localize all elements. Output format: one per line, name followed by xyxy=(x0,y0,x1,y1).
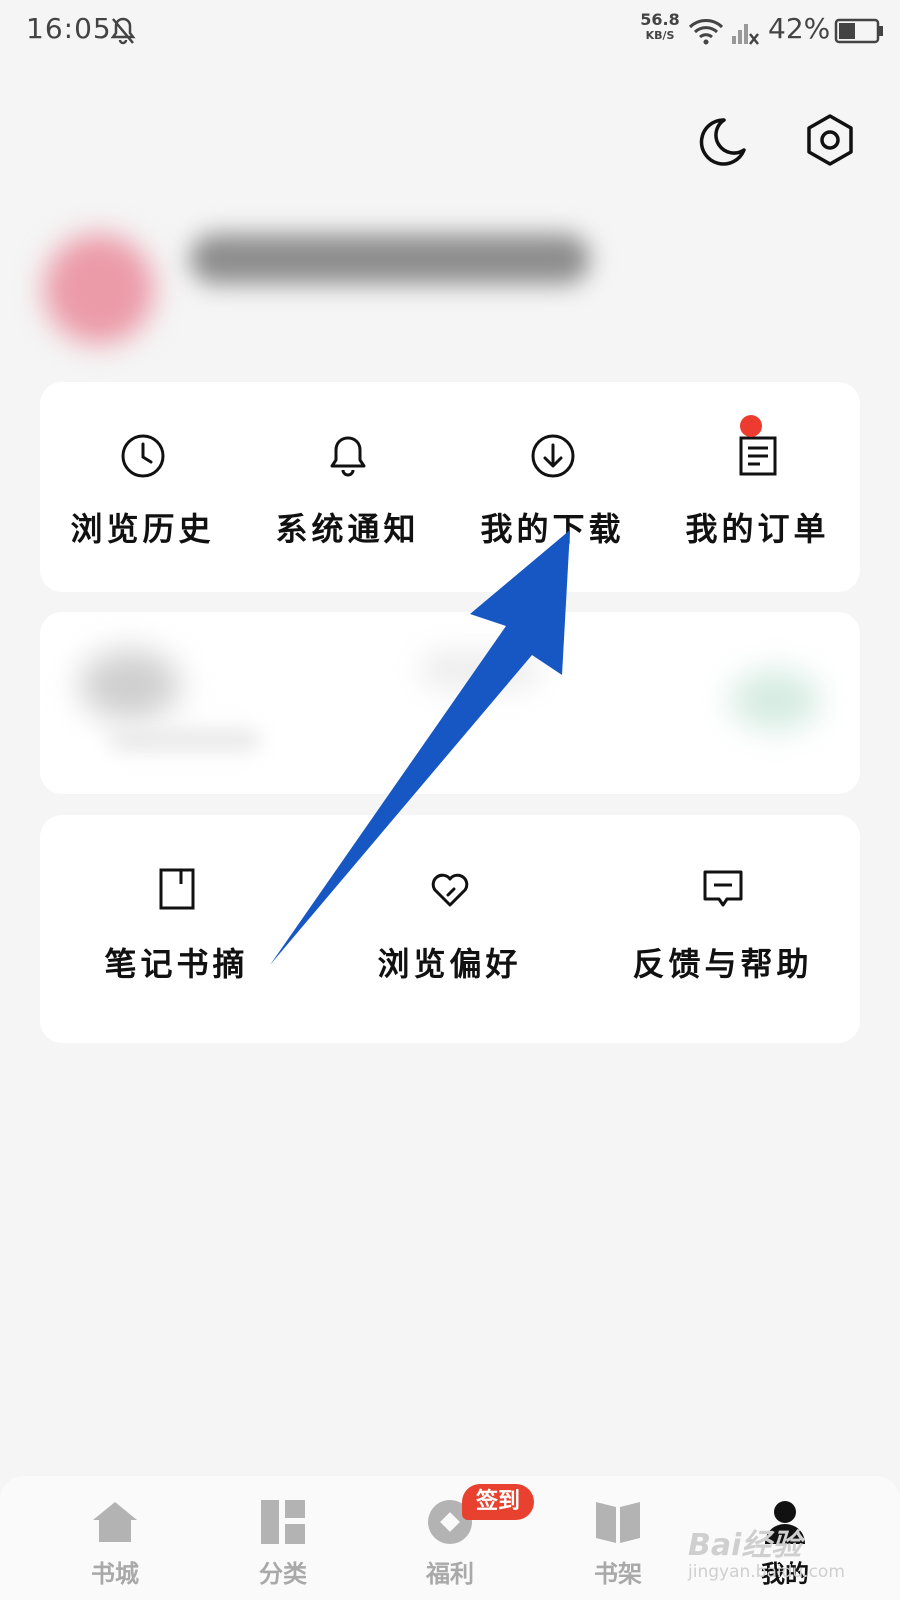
grid-item-label: 我的下载 xyxy=(480,510,625,548)
grid-item-feedback[interactable]: 反馈与帮助 xyxy=(586,815,859,1043)
nav-item-bookshelf[interactable]: 书架 xyxy=(553,1476,683,1600)
grid-item-preferences[interactable]: 浏览偏好 xyxy=(313,815,586,1043)
status-bar: 16:05 56.8 KB/S 42% xyxy=(0,0,900,64)
unread-dot xyxy=(740,415,762,437)
blurred-element xyxy=(80,650,180,720)
category-icon xyxy=(261,1500,305,1544)
notification-muted-icon xyxy=(110,17,136,45)
watermark-brand: Bai经验 xyxy=(688,1528,802,1563)
download-icon xyxy=(531,434,574,478)
wifi-icon xyxy=(688,19,724,45)
heart-icon xyxy=(431,873,468,907)
sign-in-badge[interactable]: 签到 xyxy=(462,1484,535,1520)
grid-item-label: 浏览历史 xyxy=(70,510,215,548)
book-icon xyxy=(596,1502,640,1543)
more-actions-card: 笔记书摘 浏览偏好 反馈与帮助 xyxy=(40,815,860,1043)
night-mode-moon-icon[interactable] xyxy=(694,114,750,170)
grid-item-label: 系统通知 xyxy=(275,510,420,548)
network-speed-value: 56.8 xyxy=(640,10,680,29)
clock-icon xyxy=(121,434,164,478)
user-profile[interactable] xyxy=(20,178,710,344)
watermark: Bai经验 jingyan.baidu.com xyxy=(688,1520,888,1590)
network-speed-unit: KB/S xyxy=(645,29,675,42)
bookmark-icon xyxy=(159,868,194,910)
home-icon xyxy=(93,1502,137,1542)
nav-label: 福利 xyxy=(426,1560,474,1588)
battery-percentage: 42% xyxy=(768,12,831,45)
nav-item-category[interactable]: 分类 xyxy=(218,1476,348,1600)
battery-icon xyxy=(834,18,883,44)
avatar[interactable] xyxy=(44,234,154,344)
username-blurred xyxy=(190,234,590,284)
grid-item-label: 我的订单 xyxy=(685,510,830,548)
nav-item-bookstore[interactable]: 书城 xyxy=(50,1476,180,1600)
grid-item-label: 浏览偏好 xyxy=(377,945,522,983)
signal-icon xyxy=(732,24,759,45)
nav-label: 分类 xyxy=(259,1560,307,1588)
watermark-url: jingyan.baidu.com xyxy=(688,1562,845,1582)
quick-actions-card: 浏览历史 系统通知 我的下载 我的订单 xyxy=(40,382,860,592)
chat-icon xyxy=(703,870,742,907)
blurred-element xyxy=(730,670,820,730)
network-speed: 56.8 KB/S xyxy=(636,12,684,44)
bell-icon xyxy=(330,436,365,477)
grid-item-history[interactable]: 浏览历史 xyxy=(40,382,245,592)
blurred-element xyxy=(110,730,260,750)
order-icon xyxy=(739,436,776,476)
grid-item-notifications[interactable]: 系统通知 xyxy=(245,382,450,592)
status-time: 16:05 xyxy=(26,12,112,45)
grid-item-label: 笔记书摘 xyxy=(104,945,249,983)
blurred-element xyxy=(420,650,540,690)
nav-label: 书架 xyxy=(594,1560,642,1588)
grid-item-downloads[interactable]: 我的下载 xyxy=(450,382,655,592)
settings-gear-icon[interactable] xyxy=(802,112,858,168)
grid-item-label: 反馈与帮助 xyxy=(632,945,813,983)
grid-item-orders[interactable]: 我的订单 xyxy=(655,382,860,592)
grid-item-notes[interactable]: 笔记书摘 xyxy=(40,815,313,1043)
nav-label: 书城 xyxy=(91,1560,139,1588)
